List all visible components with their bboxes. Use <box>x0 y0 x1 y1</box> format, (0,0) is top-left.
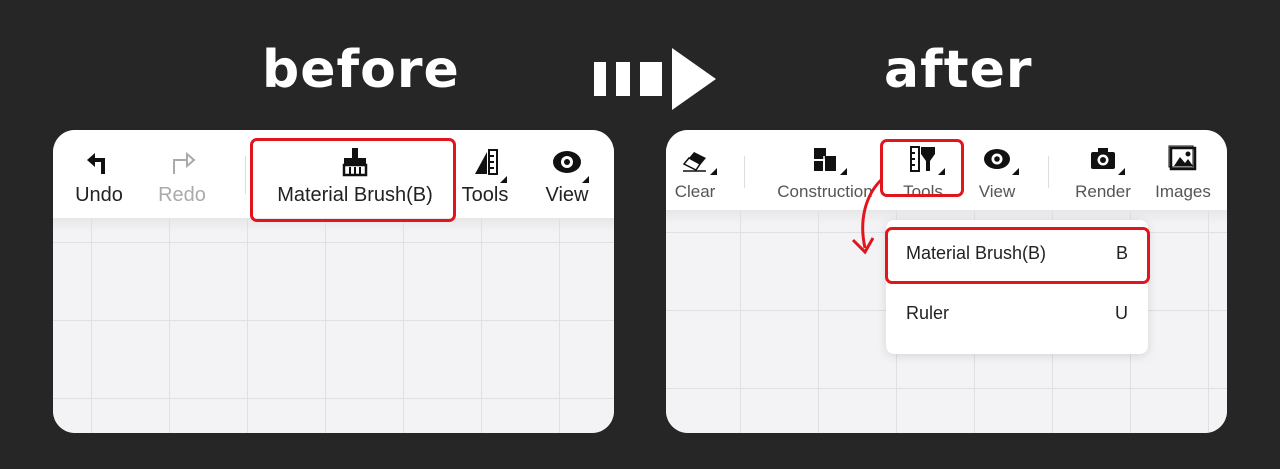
images-label: Images <box>1155 182 1211 201</box>
view-label: View <box>545 184 589 206</box>
dropdown-indicator-icon <box>710 168 717 175</box>
dropdown-indicator-icon <box>840 168 847 175</box>
view-button[interactable]: View <box>539 146 595 207</box>
eye-icon <box>966 144 1028 176</box>
after-heading: after <box>884 40 1033 100</box>
blocks-icon <box>770 144 880 176</box>
ruler-icon <box>457 146 513 183</box>
menu-item-shortcut: U <box>1115 303 1128 323</box>
eraser-icon <box>670 144 720 176</box>
dropdown-indicator-icon <box>1118 168 1125 175</box>
dropdown-indicator-icon <box>500 176 507 183</box>
view-button[interactable]: View <box>966 144 1028 202</box>
dropdown-indicator-icon <box>1012 168 1019 175</box>
clear-label: Clear <box>674 182 716 201</box>
undo-button[interactable]: Undo <box>71 146 127 207</box>
clear-button[interactable]: Clear <box>670 144 720 202</box>
undo-icon <box>71 146 127 178</box>
menu-item-label: Ruler <box>906 303 950 323</box>
view-label: View <box>978 182 1016 201</box>
tools-button[interactable]: Tools <box>457 146 513 207</box>
toolbar-divider <box>1048 156 1049 188</box>
before-heading: before <box>262 40 460 100</box>
image-icon <box>1150 144 1216 176</box>
redo-button[interactable]: Redo <box>153 146 211 207</box>
render-button[interactable]: Render <box>1068 144 1138 202</box>
toolbar-divider <box>245 156 246 194</box>
highlight-material-brush <box>250 138 456 222</box>
images-button[interactable]: Images <box>1150 144 1216 202</box>
after-panel: Clear Construction Tools View Render Ima… <box>666 130 1227 433</box>
canvas-grid[interactable] <box>53 218 614 433</box>
arrow-right-icon <box>594 48 716 110</box>
render-label: Render <box>1075 182 1131 201</box>
dropdown-indicator-icon <box>582 176 589 183</box>
highlight-material-brush-item <box>885 227 1150 284</box>
redo-label: Redo <box>158 184 206 206</box>
camera-icon <box>1068 144 1138 176</box>
highlight-tools-button <box>880 139 964 197</box>
eye-icon <box>539 146 595 183</box>
menu-item-ruler[interactable]: Ruler U <box>886 290 1148 334</box>
undo-label: Undo <box>75 184 123 206</box>
tools-label: Tools <box>461 184 509 206</box>
before-panel: Undo Redo Material Brush(B) Tools View <box>53 130 614 433</box>
toolbar-divider <box>744 156 745 188</box>
redo-icon <box>153 146 211 178</box>
pointer-arrow-icon <box>851 178 883 255</box>
